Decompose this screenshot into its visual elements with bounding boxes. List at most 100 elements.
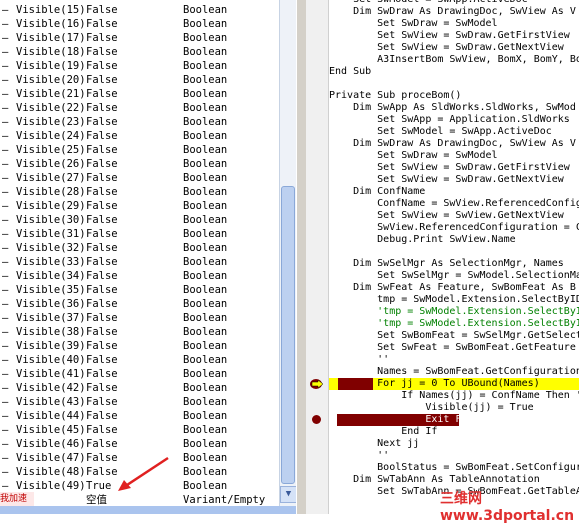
watch-scrollbar-thumb[interactable] <box>281 186 295 484</box>
code-editor[interactable]: Set SwModel = SwApp.ActiveDoc Dim SwDraw… <box>329 0 579 514</box>
code-line[interactable]: BoolStatus = SwBomFeat.SetConfigur <box>329 462 579 474</box>
code-line[interactable]: A3InsertBom SwView, BomX, BomY, Bo <box>329 54 579 66</box>
execution-pointer-icon <box>310 379 324 389</box>
watch-value[interactable]: True <box>86 479 111 493</box>
watch-value[interactable]: False <box>86 297 118 311</box>
watch-expression: Visible(37) <box>16 312 86 324</box>
watch-expression: Visible(19) <box>16 60 86 72</box>
code-line[interactable]: If Names(jj) = ConfName Then 'S <box>329 390 579 402</box>
watch-value[interactable]: False <box>86 17 118 31</box>
watch-expression: Visible(44) <box>16 410 86 422</box>
code-line[interactable]: Dim SwTabAnn As TableAnnotation <box>329 474 540 486</box>
code-line[interactable]: '' <box>329 450 389 462</box>
watch-type: Boolean <box>183 214 228 226</box>
watch-value[interactable]: False <box>86 129 118 143</box>
code-line[interactable]: End Sub <box>329 66 371 78</box>
watch-value[interactable]: False <box>86 423 118 437</box>
scroll-down-arrow-icon[interactable]: ▼ <box>280 486 297 503</box>
code-line[interactable]: ConfName = SwView.ReferencedConfig <box>329 198 579 210</box>
code-line[interactable]: Visible(jj) = True <box>329 402 533 414</box>
watch-value[interactable]: 空值 <box>86 493 107 507</box>
watch-value[interactable]: False <box>86 241 118 255</box>
code-line[interactable]: 'tmp = SwModel.Extension.SelectByI <box>329 318 579 330</box>
watch-type: Boolean <box>183 60 228 72</box>
watch-value[interactable]: False <box>86 367 118 381</box>
watch-value[interactable]: False <box>86 143 118 157</box>
code-line[interactable]: Dim ConfName <box>329 186 425 198</box>
watch-type: Boolean <box>183 116 228 128</box>
watch-row-marker: — <box>2 284 9 296</box>
watch-value[interactable]: False <box>86 3 118 17</box>
watch-row-marker: — <box>2 18 9 30</box>
code-line[interactable]: Private Sub proceBom() <box>329 90 461 102</box>
code-line[interactable]: SwView.ReferencedConfiguration = C <box>329 222 579 234</box>
watch-value[interactable]: False <box>86 185 118 199</box>
watch-row-marker: — <box>2 256 9 268</box>
watch-value[interactable]: False <box>86 283 118 297</box>
watch-expression: Visible(28) <box>16 186 86 198</box>
watch-value[interactable]: False <box>86 101 118 115</box>
watch-value[interactable]: False <box>86 325 118 339</box>
code-line[interactable]: tmp = SwModel.Extension.SelectByID <box>329 294 579 306</box>
watch-value[interactable]: False <box>86 395 118 409</box>
watch-value[interactable]: False <box>86 227 118 241</box>
code-line[interactable]: Set SwView = SwDraw.GetNextView <box>329 42 564 54</box>
watch-value[interactable]: False <box>86 269 118 283</box>
watch-type: Boolean <box>183 186 228 198</box>
code-line[interactable]: Dim SwSelMgr As SelectionMgr, Names <box>329 258 564 270</box>
code-line[interactable]: Exit For <box>329 414 473 426</box>
watch-row-marker: — <box>2 32 9 44</box>
code-line[interactable]: Dim SwFeat As Feature, SwBomFeat As B <box>329 282 576 294</box>
code-line[interactable]: Dim SwDraw As DrawingDoc, SwView As V <box>329 6 576 18</box>
code-line[interactable]: Dim SwApp As SldWorks.SldWorks, SwMod <box>329 102 576 114</box>
watch-type: Boolean <box>183 480 228 492</box>
watch-value[interactable]: False <box>86 31 118 45</box>
watch-value[interactable]: False <box>86 381 118 395</box>
watch-row-marker: — <box>2 382 9 394</box>
watch-type: Boolean <box>183 466 228 478</box>
watch-value[interactable]: False <box>86 437 118 451</box>
code-line[interactable]: End If <box>329 426 437 438</box>
code-line[interactable]: Debug.Print SwView.Name <box>329 234 515 246</box>
watch-row-marker: — <box>2 74 9 86</box>
watch-value[interactable]: False <box>86 311 118 325</box>
watch-value[interactable]: False <box>86 87 118 101</box>
watch-value[interactable]: False <box>86 213 118 227</box>
watch-type: Variant/Empty <box>183 494 266 506</box>
watch-value[interactable]: False <box>86 73 118 87</box>
code-line[interactable]: Names = SwBomFeat.GetConfiguration <box>329 366 579 378</box>
watch-value[interactable]: False <box>86 353 118 367</box>
watch-value[interactable]: False <box>86 157 118 171</box>
code-line[interactable]: Next jj <box>329 438 419 450</box>
watch-row-marker: — <box>2 214 9 226</box>
code-line[interactable]: 'tmp = SwModel.Extension.SelectByI <box>329 306 579 318</box>
code-line[interactable]: Set SwView = SwDraw.GetNextView <box>329 174 564 186</box>
code-line[interactable]: Set SwDraw = SwModel <box>329 18 497 30</box>
watch-value[interactable]: False <box>86 339 118 353</box>
watch-value[interactable]: False <box>86 199 118 213</box>
watch-type: Boolean <box>183 368 228 380</box>
code-line[interactable]: '' <box>329 354 389 366</box>
code-line[interactable]: Set SwFeat = SwBomFeat.GetFeature <box>329 342 576 354</box>
watch-value[interactable]: False <box>86 59 118 73</box>
watch-value[interactable]: False <box>86 45 118 59</box>
code-line[interactable]: Set SwView = SwDraw.GetFirstView <box>329 30 570 42</box>
watch-type: Boolean <box>183 312 228 324</box>
watch-value[interactable]: False <box>86 115 118 129</box>
code-line[interactable]: Set SwView = SwView.GetNextView <box>329 210 564 222</box>
watch-row-marker: — <box>2 4 9 16</box>
breakpoint-icon[interactable] <box>312 415 321 424</box>
code-line[interactable]: Set SwView = SwDraw.GetFirstView <box>329 162 570 174</box>
watch-value[interactable]: False <box>86 409 118 423</box>
code-line[interactable]: Set SwModel = SwApp.ActiveDoc <box>329 126 552 138</box>
watch-value[interactable]: False <box>86 255 118 269</box>
watch-horizontal-scrollbar[interactable] <box>0 506 296 514</box>
code-line[interactable]: Set SwBomFeat = SwSelMgr.GetSelect <box>329 330 579 342</box>
watch-value[interactable]: False <box>86 171 118 185</box>
code-line[interactable]: Set SwDraw = SwModel <box>329 150 497 162</box>
code-line[interactable]: Dim SwDraw As DrawingDoc, SwView As V <box>329 138 576 150</box>
watch-row-marker: — <box>2 326 9 338</box>
code-margin[interactable] <box>306 0 329 514</box>
code-line[interactable]: Set SwSelMgr = SwModel.SelectionMa <box>329 270 579 282</box>
code-line[interactable]: Set SwApp = Application.SldWorks <box>329 114 570 126</box>
